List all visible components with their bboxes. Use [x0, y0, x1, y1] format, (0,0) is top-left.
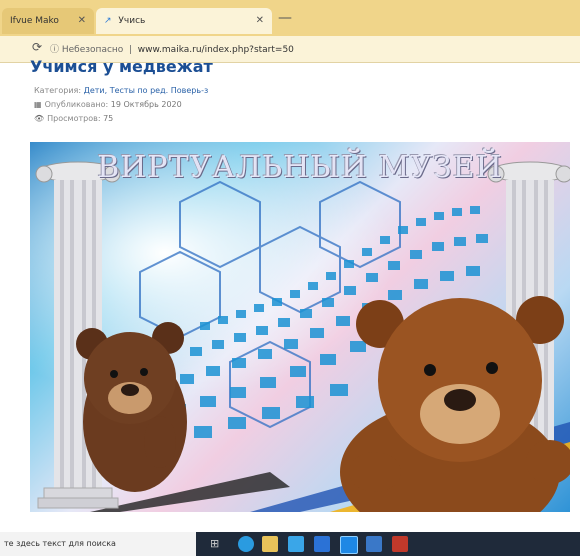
- banner-title: ВИРТУАЛЬНЫЙ МУЗЕЙ: [97, 150, 503, 185]
- page-title: Учимся у медвежат: [30, 57, 213, 76]
- app-icon[interactable]: [340, 536, 358, 554]
- published-value: 19 Октябрь 2020: [110, 100, 182, 109]
- published-label: Опубликовано:: [44, 100, 109, 109]
- tab-label: Ifvue Mako: [10, 16, 59, 26]
- close-icon[interactable]: ✕: [256, 8, 264, 34]
- browser-tab-strip: Ifvue Mako ✕ ↗ Учись ✕ —: [0, 0, 580, 36]
- published-line: ▦ Опубликовано: 19 Октябрь 2020: [34, 100, 182, 109]
- mail-icon[interactable]: [314, 536, 330, 552]
- virtual-museum-banner: ВИРТУАЛЬНЫЙ МУЗЕЙ: [30, 142, 570, 512]
- files-icon[interactable]: [262, 536, 278, 552]
- new-tab-icon[interactable]: —: [278, 10, 292, 26]
- office-icon[interactable]: [392, 536, 408, 552]
- calendar-icon: ▦: [34, 100, 42, 109]
- url-text[interactable]: ⓘ Небезопасно | www.maika.ru/index.php?s…: [50, 42, 294, 55]
- tab-label: Учись: [118, 16, 146, 26]
- close-icon[interactable]: ✕: [78, 8, 86, 34]
- views-value: 75: [103, 114, 114, 123]
- url-value: www.maika.ru/index.php?start=50: [137, 45, 294, 55]
- views-line: 👁 Просмотров: 75: [34, 114, 113, 123]
- settings-icon[interactable]: [366, 536, 382, 552]
- browser-tab[interactable]: Ifvue Mako ✕: [2, 8, 94, 34]
- category-link[interactable]: Дети, Тесты по ред. Поверь-з: [84, 86, 209, 95]
- edge-icon[interactable]: [238, 536, 254, 552]
- browser-tab-active[interactable]: ↗ Учись ✕: [96, 8, 272, 34]
- taskbar-search-input[interactable]: те здесь текст для поиска: [0, 532, 196, 556]
- eye-icon: 👁: [34, 114, 45, 123]
- store-icon[interactable]: [288, 536, 304, 552]
- windows-taskbar: те здесь текст для поиска ⊞: [0, 532, 580, 556]
- info-icon: ⓘ: [50, 45, 62, 55]
- favicon-icon: ↗: [104, 16, 112, 26]
- security-label: Небезопасно: [61, 45, 124, 55]
- views-label: Просмотров:: [47, 114, 101, 123]
- task-view-icon[interactable]: ⊞: [210, 536, 226, 552]
- banner-background-art: [35, 161, 570, 512]
- category-label: Категория:: [34, 86, 82, 95]
- screen: Ifvue Mako ✕ ↗ Учись ✕ — ⟳ ⓘ Небезопасно…: [0, 0, 580, 556]
- big-teddy-bear: [340, 296, 570, 512]
- category-line: Категория: Дети, Тесты по ред. Поверь-з: [34, 86, 208, 95]
- refresh-icon[interactable]: ⟳: [32, 40, 42, 54]
